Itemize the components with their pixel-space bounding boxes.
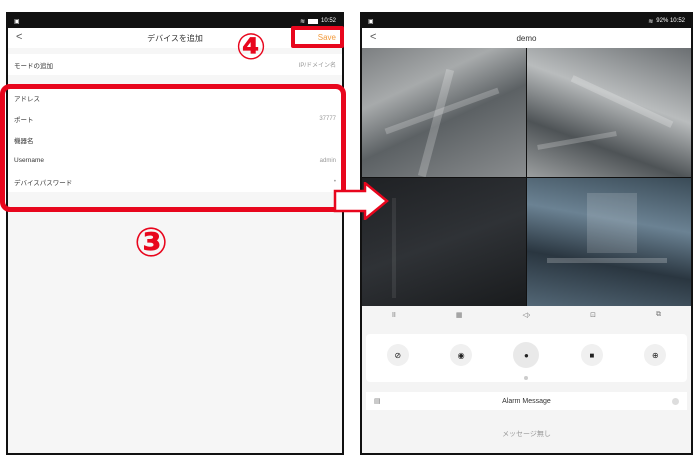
status-indicators: ≋ 92% 10:52: [648, 18, 685, 25]
app-icon: ▣: [368, 18, 374, 25]
split-screen-icon[interactable]: ▦: [456, 311, 463, 319]
shadow-detail: [392, 197, 396, 298]
mode-value: IP/ドメイン名: [298, 63, 336, 69]
back-button[interactable]: <: [370, 31, 376, 43]
annotation-box-fields: [0, 84, 346, 212]
settings-icon[interactable]: ⊕: [644, 344, 667, 366]
alarm-message-header[interactable]: ▤ Alarm Message: [366, 392, 687, 410]
quality-icon[interactable]: ⊡: [590, 311, 596, 319]
control-panel: ⊘ ◉ ● ■ ⊕: [366, 334, 687, 382]
arrow-right-icon: [333, 182, 389, 220]
road-marking: [537, 131, 617, 150]
page-title: demo: [516, 33, 537, 43]
fullscreen-icon[interactable]: ⧉: [656, 311, 661, 319]
camera-feed-4[interactable]: [527, 177, 691, 306]
ptz-icon[interactable]: ⊘: [386, 344, 409, 366]
alarm-title: Alarm Message: [502, 397, 551, 405]
app-icon: ▣: [14, 18, 20, 25]
speaker-icon[interactable]: ◁›: [522, 311, 530, 319]
status-bar: ▣ ≋ 92% 10:52: [362, 14, 691, 28]
status-time: 92% 10:52: [656, 18, 685, 24]
camera-feed-1[interactable]: [362, 48, 526, 177]
battery-icon: [307, 18, 318, 24]
mode-label: モードの追加: [14, 62, 53, 70]
wifi-icon: ≋: [648, 18, 654, 25]
step-3-badge: ③: [134, 221, 168, 265]
toggle-icon[interactable]: [672, 397, 679, 405]
alarm-empty-state: メッセージ無し: [362, 414, 691, 453]
annotation-box-save: [291, 26, 344, 48]
empty-message: メッセージ無し: [502, 430, 551, 438]
playback-toolbar: II ▦ ◁› ⊡ ⧉: [362, 306, 691, 324]
step-4-badge: ④: [235, 26, 267, 67]
back-button[interactable]: <: [16, 31, 22, 43]
page-title: デバイスを追加: [147, 33, 203, 43]
pause-icon[interactable]: II: [392, 312, 396, 319]
video-grid: [362, 48, 691, 306]
nav-bar: < demo: [362, 28, 691, 48]
window-detail: [587, 192, 637, 253]
status-time: 10:52: [320, 18, 336, 24]
microphone-icon[interactable]: ●: [513, 342, 540, 368]
page-indicator: [524, 376, 528, 380]
wifi-icon: ≋: [299, 18, 305, 25]
calendar-icon[interactable]: ▤: [374, 397, 381, 405]
status-indicators: ≋ 10:52: [300, 18, 336, 25]
record-icon[interactable]: ■: [580, 344, 603, 366]
road-marking: [417, 68, 455, 177]
snapshot-icon[interactable]: ◉: [450, 344, 473, 366]
road-marking: [570, 75, 674, 128]
mode-row[interactable]: モードの追加 IP/ドメイン名: [8, 54, 342, 75]
camera-feed-2[interactable]: [527, 48, 691, 177]
add-device-screen: ▣ ≋ 10:52 < デバイスを追加 Save モードの追加 IP/ドメイン名…: [6, 12, 344, 455]
floor-detail: [547, 257, 667, 263]
live-view-screen: ▣ ≋ 92% 10:52 < demo II ▦ ◁› ⊡ ⧉ ⊘ ◉ ● ■…: [360, 12, 693, 455]
